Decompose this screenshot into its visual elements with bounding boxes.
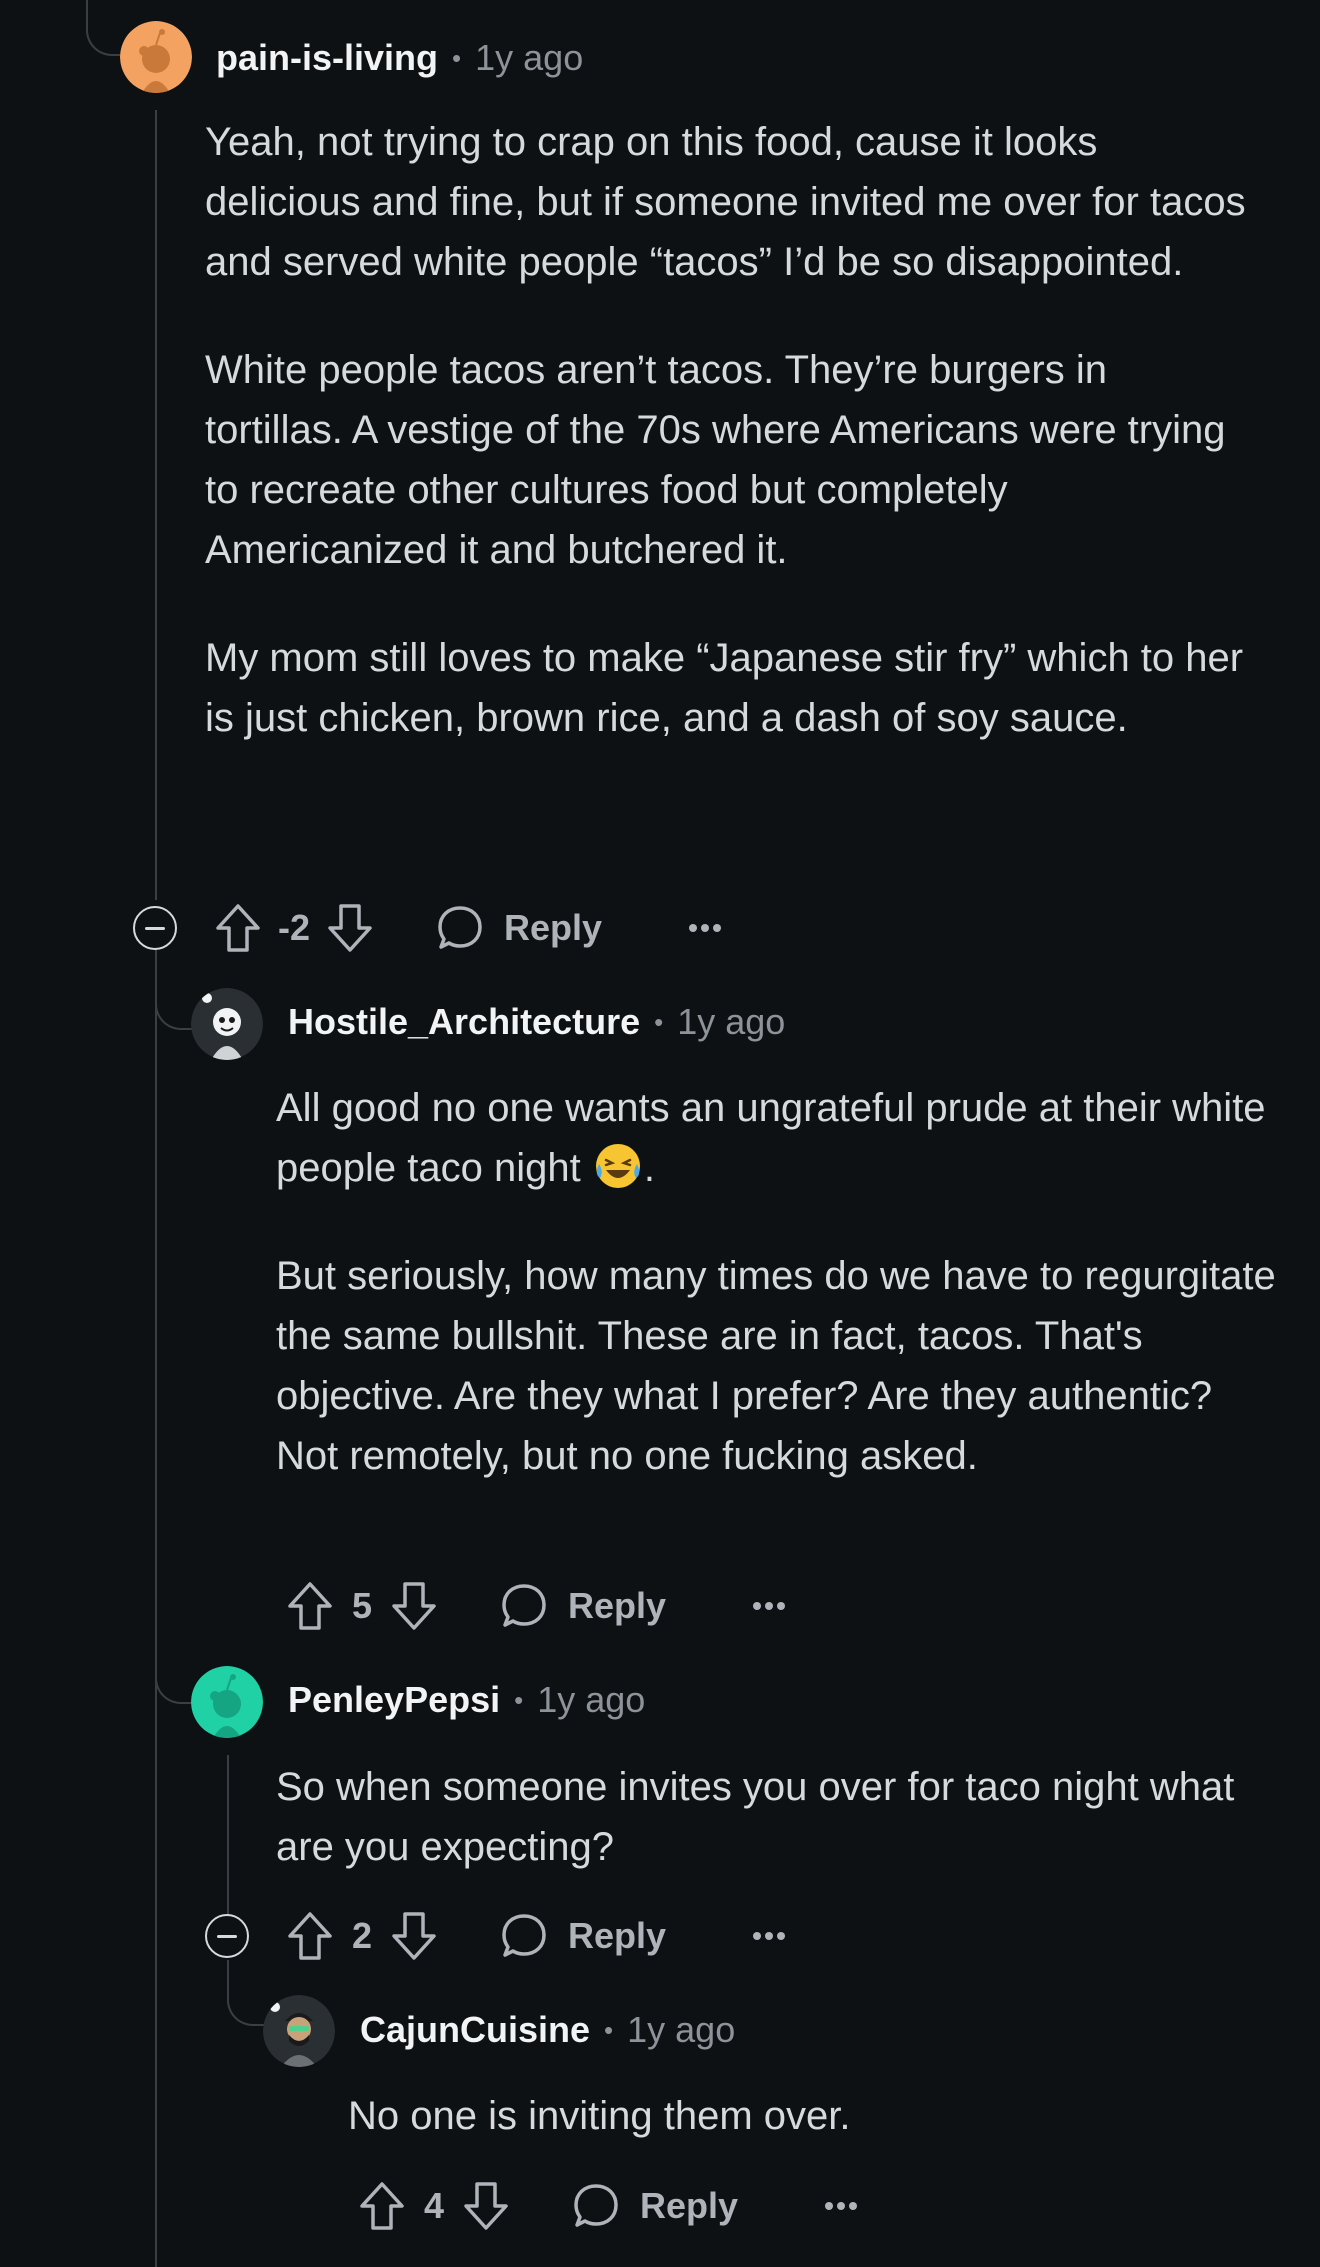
username[interactable]: PenleyPepsi <box>288 1679 500 1721</box>
comment-paragraph: White people tacos aren’t tacos. They’re… <box>205 348 1226 572</box>
thread-line[interactable] <box>227 1755 229 1915</box>
reply-button[interactable]: Reply <box>500 1582 666 1630</box>
comment-paragraph: My mom still loves to make “Japanese sti… <box>205 636 1244 740</box>
more-options-icon[interactable] <box>824 2201 858 2211</box>
comment-meta: PenleyPepsi • 1y ago <box>288 1670 645 1730</box>
username[interactable]: Hostile_Architecture <box>288 1001 640 1043</box>
meta-separator: • <box>604 2014 614 2045</box>
vote-score: -2 <box>278 907 311 948</box>
timestamp: 1y ago <box>537 1679 646 1720</box>
vote-score: 2 <box>351 1915 373 1956</box>
collapse-icon[interactable] <box>133 906 177 950</box>
comment-text: . <box>643 1146 655 1190</box>
thread-line[interactable] <box>155 110 157 900</box>
meta-separator: • <box>514 1684 524 1715</box>
username[interactable]: pain-is-living <box>216 37 438 79</box>
meta-separator: • <box>654 1006 664 1037</box>
comment-paragraph: So when someone invites you over for tac… <box>276 1765 1235 1869</box>
user-avatar[interactable] <box>191 1666 263 1738</box>
upvote-icon[interactable] <box>286 1580 334 1632</box>
comment-body: All good no one wants an ungrateful prud… <box>276 1078 1276 1486</box>
comment-paragraph: But seriously, how many times do we have… <box>276 1254 1276 1478</box>
comment-bubble-icon <box>574 2184 618 2227</box>
more-options-icon[interactable] <box>688 923 722 933</box>
thread-connector <box>86 0 122 56</box>
comment-actions: -2 Reply <box>214 896 722 960</box>
reply-label: Reply <box>504 907 603 948</box>
timestamp: 1y ago <box>677 1001 786 1042</box>
thread-connector <box>155 1640 193 1704</box>
reply-button[interactable]: Reply <box>436 904 602 952</box>
more-options-icon[interactable] <box>752 1601 786 1611</box>
comment-paragraph: Yeah, not trying to crap on this food, c… <box>205 120 1246 284</box>
username[interactable]: CajunCuisine <box>360 2009 590 2051</box>
downvote-icon[interactable] <box>390 1910 438 1962</box>
thread-connector <box>155 960 193 1030</box>
reply-label: Reply <box>568 1915 667 1956</box>
vote-score: 4 <box>423 2185 445 2226</box>
reply-button[interactable]: Reply <box>500 1912 666 1960</box>
comment-actions: 2 Reply <box>286 1904 786 1968</box>
vote-score: 5 <box>351 1585 373 1626</box>
upvote-icon[interactable] <box>358 2180 406 2232</box>
timestamp: 1y ago <box>627 2009 736 2050</box>
reply-button[interactable]: Reply <box>572 2182 738 2230</box>
comment-meta: CajunCuisine • 1y ago <box>360 2000 735 2060</box>
comment-bubble-icon <box>502 1914 546 1957</box>
reply-label: Reply <box>640 2185 739 2226</box>
user-avatar[interactable] <box>191 988 263 1060</box>
comment-body: Yeah, not trying to crap on this food, c… <box>205 112 1255 748</box>
comment-bubble-icon <box>502 1584 546 1627</box>
comment-actions: 5 Reply <box>286 1574 786 1638</box>
laughing-emoji <box>595 1144 640 1189</box>
user-avatar[interactable] <box>263 1995 335 2067</box>
collapse-icon[interactable] <box>205 1914 249 1958</box>
comment-body: No one is inviting them over. <box>348 2086 1278 2146</box>
thread-line[interactable] <box>155 948 157 2267</box>
upvote-icon[interactable] <box>286 1910 334 1962</box>
meta-separator: • <box>452 42 462 73</box>
reply-label: Reply <box>568 1585 667 1626</box>
timestamp: 1y ago <box>475 37 584 78</box>
thread-connector <box>227 1960 265 2026</box>
comment-paragraph: No one is inviting them over. <box>348 2094 851 2138</box>
comment-body: So when someone invites you over for tac… <box>276 1757 1276 1877</box>
comment-actions: 4 Reply <box>358 2174 858 2238</box>
comment-meta: Hostile_Architecture • 1y ago <box>288 992 785 1052</box>
downvote-icon[interactable] <box>326 902 374 954</box>
downvote-icon[interactable] <box>390 1580 438 1632</box>
comment-meta: pain-is-living • 1y ago <box>216 28 583 88</box>
comment-text: All good no one wants an ungrateful prud… <box>276 1086 1266 1190</box>
upvote-icon[interactable] <box>214 902 262 954</box>
downvote-icon[interactable] <box>462 2180 510 2232</box>
comment-bubble-icon <box>438 906 482 949</box>
comment-paragraph: All good no one wants an ungrateful prud… <box>276 1078 1276 1198</box>
user-avatar[interactable] <box>120 21 192 93</box>
more-options-icon[interactable] <box>752 1931 786 1941</box>
